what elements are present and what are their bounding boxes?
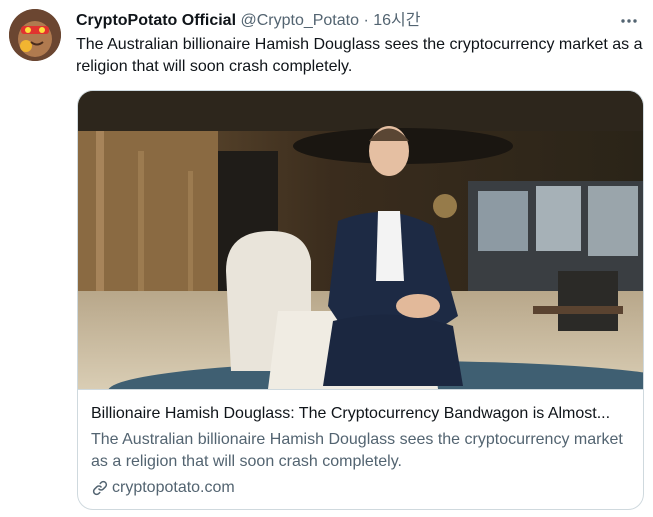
author-handle[interactable]: @Crypto_Potato xyxy=(240,12,359,29)
separator-dot: · xyxy=(363,12,369,29)
card-domain-text: cryptopotato.com xyxy=(112,479,235,496)
card-domain: cryptopotato.com xyxy=(91,477,630,499)
card-description: The Australian billionaire Hamish Dougla… xyxy=(91,431,623,470)
tweet-header: CryptoPotato Official @Crypto_Potato · 1… xyxy=(76,10,613,32)
tweet[interactable]: CryptoPotato Official @Crypto_Potato · 1… xyxy=(0,0,653,517)
card-title: Billionaire Hamish Douglass: The Cryptoc… xyxy=(91,405,611,422)
card-image xyxy=(78,91,643,421)
more-horizontal-icon[interactable] xyxy=(617,10,641,32)
avatar[interactable] xyxy=(9,9,61,61)
link-icon xyxy=(92,480,108,496)
author-name[interactable]: CryptoPotato Official xyxy=(76,12,236,29)
tweet-timestamp[interactable]: 16시간 xyxy=(373,12,420,29)
tweet-text: The Australian billionaire Hamish Dougla… xyxy=(76,36,643,75)
card-body: Billionaire Hamish Douglass: The Cryptoc… xyxy=(78,389,643,509)
link-card[interactable]: Billionaire Hamish Douglass: The Cryptoc… xyxy=(77,90,644,510)
